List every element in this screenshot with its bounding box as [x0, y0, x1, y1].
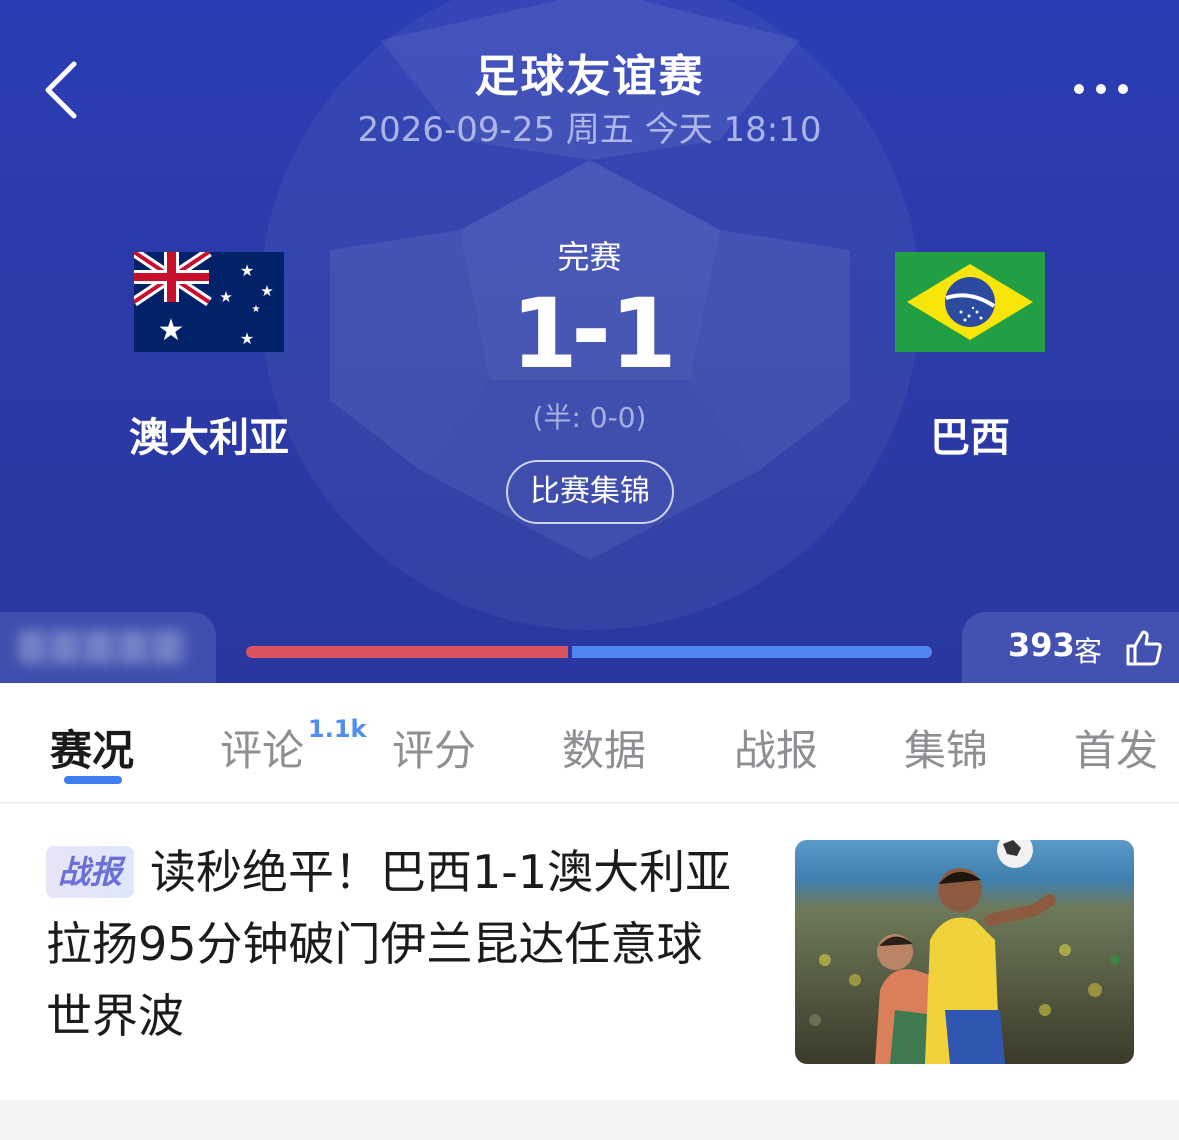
like-unit: 客: [1074, 635, 1103, 668]
tab-ratings[interactable]: 评分: [392, 717, 476, 778]
match-photo-icon: [795, 840, 1134, 1064]
svg-text:★: ★: [158, 313, 185, 348]
home-support-bar: [246, 646, 568, 658]
halftime-score: (半: 0-0): [532, 401, 647, 434]
tab-report[interactable]: 战报: [734, 717, 818, 778]
like-count: 393: [1008, 626, 1075, 664]
page-bottom-spacer: [0, 1100, 1179, 1140]
match-status: 完赛: [557, 238, 622, 276]
page-title: 足球友谊赛: [474, 51, 705, 102]
svg-text:★: ★: [260, 282, 273, 300]
thumbs-up-button[interactable]: [1124, 628, 1164, 668]
article-title[interactable]: 读秒绝平！巴西1-1澳大利亚 拉扬95分钟破门伊兰昆达任意球世界波: [46, 836, 746, 1052]
highlights-button[interactable]: 比赛集锦: [506, 460, 674, 524]
article-thumbnail[interactable]: [795, 840, 1134, 1064]
match-datetime: 2026-09-25 周五 今天 18:10: [357, 110, 822, 150]
svg-text:★: ★: [252, 304, 261, 315]
svg-text:★: ★: [240, 329, 254, 348]
svg-text:★: ★: [219, 288, 232, 306]
tab-lineups[interactable]: 首发: [1074, 717, 1158, 778]
tab-comments[interactable]: 评论: [220, 717, 304, 778]
thumbs-up-icon: [1126, 630, 1162, 666]
active-tab-indicator: [64, 776, 122, 784]
away-support-bar: [572, 646, 932, 658]
news-article-card[interactable]: 读秒绝平！巴西1-1澳大利亚 拉扬95分钟破门伊兰昆达任意球世界波 战报: [0, 804, 1179, 1100]
tab-bar: 赛况 评论 1.1k 评分 数据 战报 集锦 首发: [0, 683, 1179, 803]
tab-stats[interactable]: 数据: [562, 717, 646, 778]
tab-match-status[interactable]: 赛况: [50, 717, 134, 778]
away-score: 1: [610, 278, 677, 390]
report-badge: 战报: [46, 846, 134, 898]
tab-highlights[interactable]: 集锦: [904, 717, 988, 778]
comments-count-badge: 1.1k: [308, 715, 367, 743]
blurred-text: [18, 630, 188, 664]
match-header: 足球友谊赛 2026-09-25 周五 今天 18:10 ★ ★ ★ ★ ★ ★: [0, 0, 1179, 683]
